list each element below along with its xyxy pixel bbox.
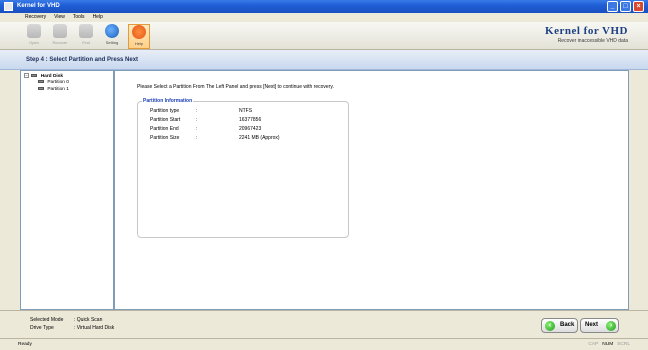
setting-icon: [105, 24, 119, 38]
step-header: Step 4 : Select Partition and Press Next: [0, 50, 648, 70]
drive-type-value: : Virtual Hard Disk: [74, 325, 115, 331]
info-key: Partition Start: [150, 117, 181, 123]
info-row-type: Partition type: NTFS: [150, 108, 252, 114]
help-button[interactable]: Help: [128, 24, 150, 49]
scrl-indicator: SCRL: [617, 342, 630, 347]
info-row-size: Partition Size: 2241 MB (Approx): [150, 135, 280, 141]
drive-type: Drive Type : Virtual Hard Disk: [30, 325, 114, 331]
next-arrow-icon: ›: [606, 321, 616, 331]
menu-bar: Recovery View Tools Help: [0, 13, 648, 22]
help-icon: [132, 25, 146, 39]
instruction-text: Please Select a Partition From The Left …: [137, 84, 334, 90]
brand-name: Kernel for VHD: [545, 25, 628, 37]
brand-logo: Kernel for VHD Recover inaccessible VHD …: [545, 25, 628, 44]
maximize-button[interactable]: □: [620, 1, 631, 12]
tree-item-partition-0[interactable]: Partition 0: [38, 80, 69, 85]
back-arrow-icon: ‹: [545, 321, 555, 331]
setting-button[interactable]: Setting: [101, 24, 123, 49]
open-button[interactable]: Open: [23, 24, 45, 49]
partition-icon: [38, 80, 44, 84]
recover-button[interactable]: Recover: [49, 24, 71, 49]
status-bar: Ready CAP NUM SCRL: [0, 338, 648, 350]
selected-mode: Selected Mode : Quick Scan: [30, 317, 102, 323]
toolbar: Open Recover Find Setting Help Kernel fo…: [0, 22, 648, 50]
info-sep: :: [196, 108, 198, 114]
keyboard-indicators: CAP NUM SCRL: [588, 342, 630, 347]
recover-icon: [53, 24, 67, 38]
menu-recovery[interactable]: Recovery: [25, 13, 46, 22]
back-button[interactable]: ‹ Back: [541, 318, 578, 333]
info-key: Partition type: [150, 108, 180, 114]
collapse-toggle-icon[interactable]: −: [24, 73, 29, 78]
info-row-start: Partition Start: 16377856: [150, 117, 261, 123]
info-row-end: Partition End: 20967423: [150, 126, 261, 132]
help-label: Help: [134, 41, 144, 46]
tree-root-label: Hard Disk: [40, 73, 64, 79]
app-icon: [4, 2, 13, 11]
info-value: 20967423: [239, 126, 262, 132]
info-sep: :: [196, 126, 198, 132]
step-title: Step 4 : Select Partition and Press Next: [26, 57, 139, 63]
info-key: Partition End: [150, 126, 179, 132]
info-value: 16377856: [239, 117, 262, 123]
partition-tree-panel: − Hard Disk Partition 0 Partition 1: [20, 70, 114, 310]
next-button[interactable]: Next ›: [580, 318, 619, 333]
setting-label: Setting: [105, 40, 119, 45]
selected-mode-value: : Quick Scan: [74, 317, 103, 323]
num-indicator: NUM: [602, 342, 614, 347]
open-label: Open: [29, 40, 39, 45]
tree-item-partition-1[interactable]: Partition 1: [38, 87, 69, 92]
hard-disk-icon: [31, 74, 38, 77]
menu-view[interactable]: View: [54, 13, 65, 22]
title-bar: Kernel for VHD _ □ ×: [0, 0, 648, 13]
close-button[interactable]: ×: [633, 1, 644, 12]
recover-label: Recover: [52, 40, 68, 45]
bottom-panel: Selected Mode : Quick Scan Drive Type : Vi…: [0, 310, 648, 338]
info-value: NTFS: [239, 108, 253, 114]
find-icon: [79, 24, 93, 38]
partition-information-group: Partition Information Partition type: NTF…: [137, 98, 349, 238]
find-label: Find: [82, 40, 90, 45]
info-sep: :: [196, 117, 198, 123]
status-ready: Ready: [18, 342, 32, 347]
menu-tools[interactable]: Tools: [73, 13, 85, 22]
open-icon: [27, 24, 41, 38]
menu-help[interactable]: Help: [93, 13, 103, 22]
next-label: Next: [585, 322, 599, 328]
minimize-button[interactable]: _: [607, 1, 618, 12]
cap-indicator: CAP: [588, 342, 599, 347]
tree-root-hard-disk[interactable]: − Hard Disk: [24, 73, 63, 79]
find-button[interactable]: Find: [75, 24, 97, 49]
window-controls: _ □ ×: [607, 1, 644, 12]
selected-mode-label: Selected Mode: [30, 317, 64, 323]
partition-icon: [38, 87, 44, 91]
window-title: Kernel for VHD: [17, 3, 60, 9]
tree-item-label: Partition 1: [47, 87, 69, 92]
tree-item-label: Partition 0: [47, 80, 69, 85]
info-sep: :: [196, 135, 198, 141]
brand-tagline: Recover inaccessible VHD data: [557, 38, 628, 44]
partition-information-legend: Partition Information: [142, 98, 194, 104]
info-value: 2241 MB (Approx): [239, 135, 280, 141]
main-panel: Please Select a Partition From The Left …: [114, 70, 629, 310]
drive-type-label: Drive Type: [30, 325, 54, 331]
info-key: Partition Size: [150, 135, 180, 141]
back-label: Back: [560, 322, 575, 328]
